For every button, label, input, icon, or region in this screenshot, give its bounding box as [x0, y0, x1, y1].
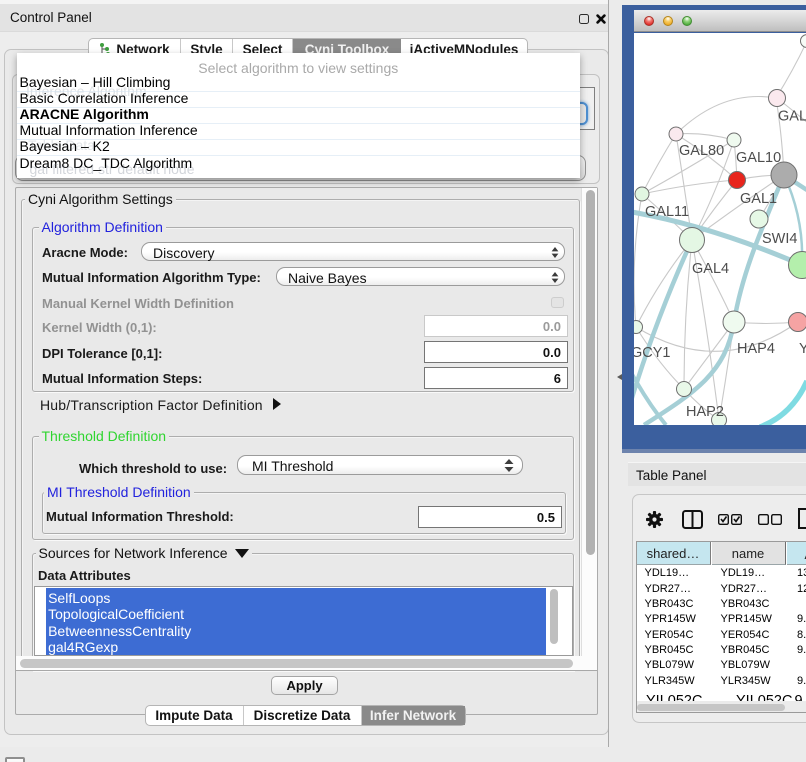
svg-text:GAL80: GAL80 — [679, 143, 724, 159]
svg-text:Y: Y — [799, 341, 806, 357]
svg-text:GAL11: GAL11 — [645, 204, 689, 220]
svg-text:SWI4: SWI4 — [762, 231, 797, 247]
svg-text:HAP2: HAP2 — [686, 404, 724, 420]
svg-text:GAL10: GAL10 — [736, 150, 781, 166]
svg-text:HAP4: HAP4 — [737, 341, 775, 357]
svg-text:GCY1: GCY1 — [634, 345, 671, 361]
svg-text:GAL1: GAL1 — [740, 191, 777, 207]
svg-text:GAL7: GAL7 — [778, 109, 806, 125]
svg-text:GAL4: GAL4 — [692, 261, 729, 277]
